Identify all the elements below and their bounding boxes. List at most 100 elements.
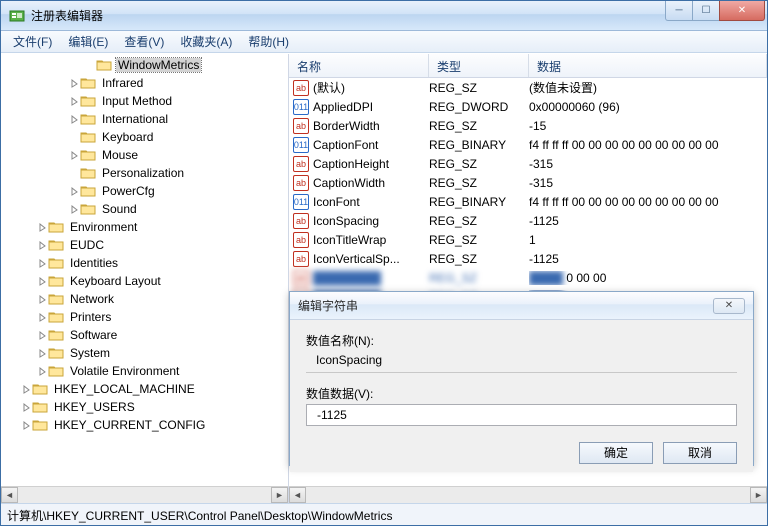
value-row[interactable]: ab(默认)REG_SZ(数值未设置) [289, 78, 767, 97]
value-data: -315 [529, 176, 767, 190]
scroll-right[interactable]: ► [271, 487, 288, 503]
expander-icon[interactable] [21, 402, 32, 413]
value-data: -1125 [529, 252, 767, 266]
tree-item[interactable]: Printers [1, 308, 288, 326]
expander-icon[interactable] [85, 60, 96, 71]
folder-icon [80, 112, 96, 126]
tree[interactable]: WindowMetricsInfraredInput MethodInterna… [1, 54, 288, 503]
value-row[interactable]: abIconVerticalSp...REG_SZ-1125 [289, 249, 767, 268]
expander-icon[interactable] [37, 258, 48, 269]
value-data: -315 [529, 157, 767, 171]
dialog-titlebar[interactable]: 编辑字符串 ✕ [290, 292, 753, 320]
string-value-icon: ab [293, 232, 309, 248]
expander-icon[interactable] [37, 330, 48, 341]
expander-icon[interactable] [69, 168, 80, 179]
value-row[interactable]: 011CaptionFontREG_BINARYf4 ff ff ff 00 0… [289, 135, 767, 154]
tree-item[interactable]: HKEY_LOCAL_MACHINE [1, 380, 288, 398]
value-row[interactable]: abCaptionWidthREG_SZ-315 [289, 173, 767, 192]
ok-button[interactable]: 确定 [579, 442, 653, 464]
value-row[interactable]: abIconTitleWrapREG_SZ1 [289, 230, 767, 249]
tree-item[interactable]: Network [1, 290, 288, 308]
expander-icon[interactable] [69, 96, 80, 107]
expander-icon[interactable] [37, 366, 48, 377]
tree-item[interactable]: WindowMetrics [1, 56, 288, 74]
value-name: 011CaptionFont [293, 137, 429, 153]
value-row[interactable]: abCaptionHeightREG_SZ-315 [289, 154, 767, 173]
value-row[interactable]: abBorderWidthREG_SZ-15 [289, 116, 767, 135]
tree-item[interactable]: Infrared [1, 74, 288, 92]
expander-icon[interactable] [21, 420, 32, 431]
scroll-track[interactable] [18, 487, 271, 503]
value-name: 011IconFont [293, 194, 429, 210]
scroll-right[interactable]: ► [750, 487, 767, 503]
expander-icon[interactable] [21, 384, 32, 395]
col-name[interactable]: 名称 [289, 54, 429, 77]
dialog-close-button[interactable]: ✕ [713, 298, 745, 314]
value-row[interactable]: 011AppliedDPIREG_DWORD0x00000060 (96) [289, 97, 767, 116]
expander-icon[interactable] [69, 132, 80, 143]
menu-file[interactable]: 文件(F) [5, 31, 60, 52]
expander-icon[interactable] [69, 186, 80, 197]
cancel-button[interactable]: 取消 [663, 442, 737, 464]
scroll-track[interactable] [306, 487, 750, 503]
tree-item[interactable]: Identities [1, 254, 288, 272]
folder-icon [80, 130, 96, 144]
value-type: REG_SZ [429, 157, 529, 171]
menu-edit[interactable]: 编辑(E) [60, 31, 116, 52]
tree-item[interactable]: Keyboard Layout [1, 272, 288, 290]
tree-label: System [68, 346, 112, 360]
tree-item[interactable]: System [1, 344, 288, 362]
expander-icon[interactable] [37, 294, 48, 305]
tree-hscrollbar[interactable]: ◄ ► [1, 486, 288, 503]
value-row[interactable]: ab████████REG_SZ████ 0 00 00 [289, 268, 767, 287]
tree-item[interactable]: Software [1, 326, 288, 344]
scroll-left[interactable]: ◄ [289, 487, 306, 503]
tree-item[interactable]: PowerCfg [1, 182, 288, 200]
tree-label: PowerCfg [100, 184, 157, 198]
close-button[interactable]: ✕ [719, 1, 765, 21]
string-value-icon: ab [293, 118, 309, 134]
expander-icon[interactable] [69, 114, 80, 125]
folder-icon [48, 310, 64, 324]
tree-item[interactable]: Environment [1, 218, 288, 236]
expander-icon[interactable] [37, 240, 48, 251]
expander-icon[interactable] [69, 78, 80, 89]
tree-item[interactable]: Mouse [1, 146, 288, 164]
string-value-icon: ab [293, 156, 309, 172]
value-row[interactable]: 011IconFontREG_BINARYf4 ff ff ff 00 00 0… [289, 192, 767, 211]
folder-icon [80, 76, 96, 90]
menu-favorites[interactable]: 收藏夹(A) [172, 31, 240, 52]
tree-item[interactable]: Sound [1, 200, 288, 218]
maximize-button[interactable]: ☐ [692, 1, 720, 21]
minimize-button[interactable]: ─ [665, 1, 693, 21]
expander-icon[interactable] [37, 348, 48, 359]
tree-item[interactable]: Keyboard [1, 128, 288, 146]
folder-icon [48, 274, 64, 288]
menu-help[interactable]: 帮助(H) [240, 31, 297, 52]
tree-item[interactable]: Input Method [1, 92, 288, 110]
tree-item[interactable]: HKEY_CURRENT_CONFIG [1, 416, 288, 434]
tree-item[interactable]: HKEY_USERS [1, 398, 288, 416]
folder-icon [48, 238, 64, 252]
expander-icon[interactable] [69, 150, 80, 161]
tree-item[interactable]: Volatile Environment [1, 362, 288, 380]
col-type[interactable]: 类型 [429, 54, 529, 77]
expander-icon[interactable] [37, 312, 48, 323]
tree-label: Software [68, 328, 119, 342]
expander-icon[interactable] [37, 276, 48, 287]
col-data[interactable]: 数据 [529, 54, 767, 77]
tree-item[interactable]: EUDC [1, 236, 288, 254]
menu-view[interactable]: 查看(V) [116, 31, 172, 52]
edit-string-dialog: 编辑字符串 ✕ 数值名称(N): IconSpacing 数值数据(V): 确定… [289, 291, 754, 466]
expander-icon[interactable] [37, 222, 48, 233]
value-data-input[interactable] [306, 404, 737, 426]
titlebar[interactable]: 注册表编辑器 ─ ☐ ✕ [1, 1, 767, 31]
expander-icon[interactable] [69, 204, 80, 215]
value-type: REG_SZ [429, 176, 529, 190]
scroll-left[interactable]: ◄ [1, 487, 18, 503]
tree-item[interactable]: Personalization [1, 164, 288, 182]
value-data: -1125 [529, 214, 767, 228]
value-row[interactable]: abIconSpacingREG_SZ-1125 [289, 211, 767, 230]
list-hscrollbar[interactable]: ◄ ► [289, 486, 767, 503]
tree-item[interactable]: International [1, 110, 288, 128]
